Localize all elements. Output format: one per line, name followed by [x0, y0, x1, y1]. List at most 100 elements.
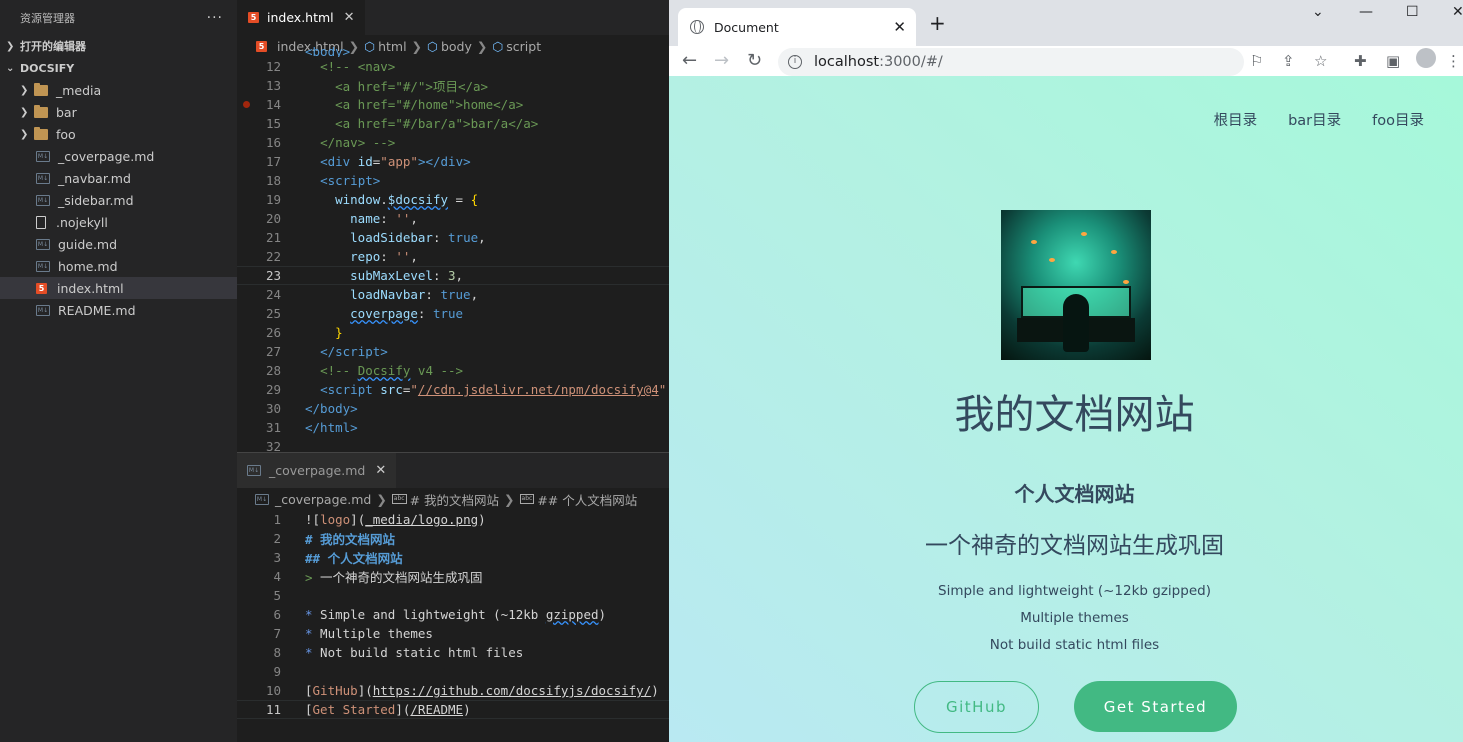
- tree-file-navbar[interactable]: M↓ _navbar.md: [0, 167, 237, 189]
- code-line: 27 </script>: [265, 344, 388, 359]
- symbol-string-icon: abc: [519, 494, 535, 504]
- new-tab-icon[interactable]: +: [929, 11, 946, 35]
- code-line: 22 repo: '',: [265, 249, 418, 264]
- back-arrow-icon[interactable]: ←: [682, 50, 697, 71]
- code-line: 17 <div id="app"></div>: [265, 154, 471, 169]
- close-window-icon[interactable]: ✕: [1452, 4, 1463, 20]
- code-line: 24 loadNavbar: true,: [265, 287, 479, 302]
- tree-file-sidebar[interactable]: M↓ _sidebar.md: [0, 189, 237, 211]
- forward-arrow-icon[interactable]: →: [714, 50, 729, 71]
- close-icon[interactable]: ✕: [344, 10, 355, 25]
- open-editors-section[interactable]: ❯ 打开的编辑器: [0, 35, 237, 57]
- chevron-right-icon: ❯: [20, 84, 29, 96]
- code-line: 1 ![logo](_media/logo.png): [273, 512, 486, 527]
- cover-tagline: 一个神奇的文档网站生成巩固: [925, 533, 1224, 559]
- nav-link-bar[interactable]: bar目录: [1288, 109, 1341, 130]
- code-line: 2 # 我的文档网站: [273, 531, 396, 547]
- chevron-right-icon: ❯: [20, 128, 29, 140]
- code-line: 12 <!-- <nav>: [265, 59, 396, 74]
- breadcrumb-item[interactable]: ## 个人文档网站: [537, 490, 637, 509]
- bookmark-star-icon[interactable]: ☆: [1314, 52, 1327, 70]
- tree-file-index-html[interactable]: 5 index.html: [0, 277, 237, 299]
- reload-icon[interactable]: ↻: [747, 50, 762, 71]
- code-line: 18 <script>: [265, 173, 381, 188]
- tab-index-html[interactable]: 5 index.html ✕: [237, 0, 365, 35]
- tree-file-nojekyll[interactable]: .nojekyll: [0, 211, 237, 233]
- code-line: 7 * Multiple themes: [273, 626, 433, 641]
- profile-avatar[interactable]: [1416, 48, 1436, 68]
- tree-item-label: _navbar.md: [58, 170, 131, 186]
- globe-icon: [690, 20, 704, 34]
- code-line: 3 ## 个人文档网站: [273, 550, 403, 566]
- maximize-icon[interactable]: ☐: [1406, 4, 1419, 20]
- browser-tabstrip: Document ✕ + ⌄ — ☐ ✕: [669, 0, 1463, 46]
- tree-folder-bar[interactable]: ❯ bar: [0, 101, 237, 123]
- cover-subtitle: 个人文档网站: [1014, 482, 1135, 506]
- extensions-icon[interactable]: ✚: [1354, 52, 1367, 70]
- markdown-file-icon: M↓: [247, 465, 261, 476]
- github-button[interactable]: GitHub: [914, 681, 1039, 733]
- folder-icon: [34, 104, 48, 118]
- breakpoint-icon[interactable]: [243, 101, 250, 108]
- markdown-file-icon: M↓: [36, 260, 50, 272]
- code-line: 20 name: '',: [265, 211, 418, 226]
- translate-icon[interactable]: ⚐: [1250, 52, 1263, 70]
- code-line: 5: [273, 588, 281, 603]
- code-line: 26 }: [265, 325, 343, 340]
- tree-file-home[interactable]: M↓ home.md: [0, 255, 237, 277]
- docsify-cover-page: 根目录 bar目录 foo目录 我的文档网站 个人文档网站 一个神奇的文档网站生…: [669, 76, 1463, 742]
- tab-label: index.html: [267, 10, 334, 25]
- open-editors-label: 打开的编辑器: [20, 40, 86, 53]
- url-path: :3000/#/: [879, 54, 943, 70]
- more-actions-icon[interactable]: ···: [207, 10, 223, 26]
- close-tab-icon[interactable]: ✕: [893, 18, 906, 36]
- chevron-right-icon: ❯: [20, 106, 29, 118]
- tree-item-label: index.html: [57, 280, 124, 296]
- tree-folder-media[interactable]: ❯ _media: [0, 79, 237, 101]
- tree-file-readme[interactable]: M↓ README.md: [0, 299, 237, 321]
- chevron-down-icon[interactable]: ⌄: [1312, 4, 1324, 20]
- code-editor-coverpage[interactable]: 1 ![logo](_media/logo.png) 2 # 我的文档网站 3 ## …: [237, 510, 669, 719]
- breadcrumb-item[interactable]: # 我的文档网站: [410, 490, 499, 509]
- tab-label: _coverpage.md: [269, 463, 366, 478]
- chevron-right-icon: ❯: [6, 40, 15, 52]
- browser-tab-title: Document: [714, 19, 779, 35]
- workspace-section[interactable]: ⌄ DOCSIFY: [0, 57, 237, 79]
- code-line: <body>: [305, 47, 351, 57]
- breadcrumb-item[interactable]: _coverpage.md: [275, 492, 371, 507]
- chevron-down-icon: ⌄: [6, 62, 15, 74]
- code-line: 6 * Simple and lightweight (~12kb gzipped…: [273, 607, 607, 622]
- address-bar[interactable]: i localhost:3000/#/: [778, 48, 1244, 76]
- html5-file-icon: 5: [36, 282, 47, 294]
- code-line: 13 <a href="#/">项目</a>: [265, 78, 489, 94]
- top-navbar: 根目录 bar目录 foo目录: [1214, 109, 1424, 130]
- tree-file-coverpage[interactable]: M↓ _coverpage.md: [0, 145, 237, 167]
- editor-area: 5 index.html ✕ 5 index.html ❯ ⬡ html ❯ ⬡…: [237, 0, 669, 742]
- code-line: 10 [GitHub](https://github.com/docsifyjs/…: [265, 683, 659, 698]
- code-line: 19 window.$docsify = {: [265, 192, 479, 207]
- nav-link-foo[interactable]: foo目录: [1372, 109, 1424, 130]
- side-panel-icon[interactable]: ▣: [1386, 52, 1400, 70]
- info-icon[interactable]: i: [788, 55, 802, 69]
- minimize-icon[interactable]: —: [1359, 4, 1373, 20]
- share-icon[interactable]: ⇪: [1282, 52, 1295, 70]
- tree-item-label: guide.md: [58, 236, 118, 252]
- browser-window: Document ✕ + ⌄ — ☐ ✕ ← → ↻ i localhost:3…: [669, 0, 1463, 742]
- nav-link-root[interactable]: 根目录: [1214, 109, 1258, 130]
- code-editor-index[interactable]: <body> 12 <!-- <nav> 13 <a href="#/">项目<…: [237, 47, 669, 454]
- markdown-file-icon: M↓: [36, 238, 50, 250]
- tree-file-guide[interactable]: M↓ guide.md: [0, 233, 237, 255]
- tab-coverpage-md[interactable]: M↓ _coverpage.md ✕: [237, 453, 397, 488]
- code-line: 30 </body>: [265, 401, 358, 416]
- tree-folder-foo[interactable]: ❯ foo: [0, 123, 237, 145]
- browser-toolbar: ← → ↻ i localhost:3000/#/ ⚐ ⇪ ☆ ✚ ▣ ⋮: [669, 46, 1463, 76]
- close-icon[interactable]: ✕: [375, 463, 386, 478]
- menu-kebab-icon[interactable]: ⋮: [1446, 52, 1461, 70]
- get-started-button[interactable]: Get Started: [1074, 681, 1237, 732]
- browser-tab[interactable]: Document ✕: [678, 8, 916, 46]
- tree-item-label: home.md: [58, 258, 118, 274]
- chevron-right-icon: ❯: [376, 491, 387, 507]
- tree-item-label: .nojekyll: [56, 214, 108, 230]
- explorer-title: 资源管理器: [20, 11, 75, 25]
- code-line: 28 <!-- Docsify v4 -->: [265, 363, 464, 378]
